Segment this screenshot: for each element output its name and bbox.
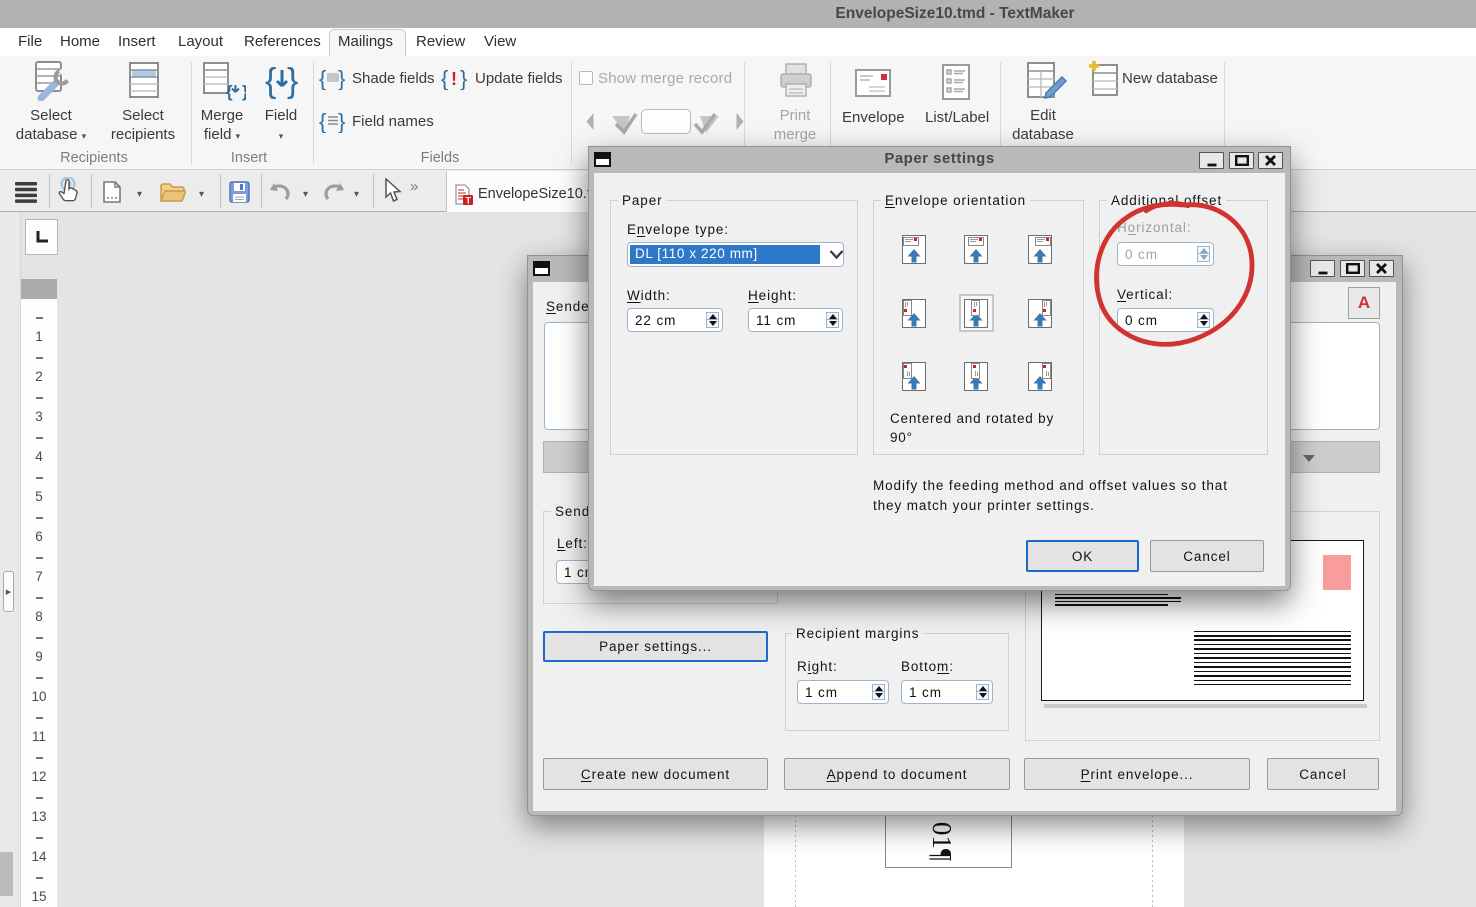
svg-text:}: } — [460, 66, 467, 90]
svg-text:{: { — [226, 82, 233, 101]
svg-text:}: } — [242, 82, 246, 101]
svg-text:!: ! — [451, 69, 457, 89]
svg-text:{: { — [441, 66, 448, 90]
svg-text:T: T — [466, 196, 472, 206]
svg-text:}: } — [287, 62, 298, 100]
svg-text:{: { — [265, 62, 276, 100]
svg-text:}: } — [338, 66, 345, 90]
svg-text:{: { — [319, 66, 326, 90]
svg-text:}: } — [338, 109, 345, 133]
